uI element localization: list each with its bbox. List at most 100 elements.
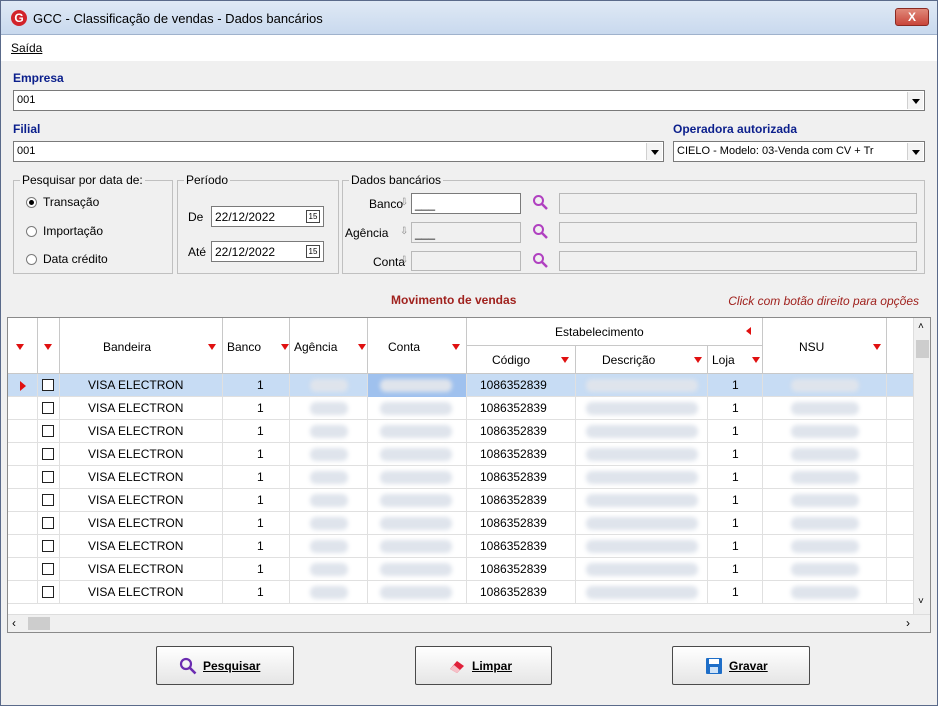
table-row[interactable]: VISA ELECTRON 1 1086352839 1 <box>8 512 914 535</box>
de-date-input[interactable]: 22/12/2022 15 <box>211 206 324 227</box>
filter-icon[interactable] <box>452 344 460 350</box>
row-indicator <box>8 581 38 604</box>
table-row[interactable]: VISA ELECTRON 1 1086352839 1 <box>8 558 914 581</box>
header-nsu[interactable]: NSU <box>763 318 887 374</box>
header-banco[interactable]: Banco <box>223 318 290 374</box>
grid-hint: Click com botão direito para opções <box>728 294 919 308</box>
table-row[interactable]: VISA ELECTRON 1 1086352839 1 <box>8 443 914 466</box>
extra-cell <box>887 558 914 581</box>
filter-icon[interactable] <box>44 344 52 350</box>
table-row[interactable]: VISA ELECTRON 1 1086352839 1 <box>8 420 914 443</box>
nsu-cell <box>763 397 887 420</box>
bandeira-cell: VISA ELECTRON <box>60 558 223 581</box>
table-row[interactable]: VISA ELECTRON 1 1086352839 1 <box>8 489 914 512</box>
chevron-down-icon[interactable] <box>646 143 662 160</box>
bandeira-value: VISA ELECTRON <box>88 562 184 576</box>
redacted-value <box>380 563 452 576</box>
filter-icon[interactable] <box>694 357 702 363</box>
sales-grid[interactable]: Bandeira Banco Agência Conta Estabelecim… <box>7 317 931 633</box>
calendar-icon[interactable]: 15 <box>306 210 320 223</box>
header-estabelecimento[interactable]: Estabelecimento <box>467 318 763 346</box>
table-row[interactable]: VISA ELECTRON 1 1086352839 1 <box>8 374 914 397</box>
table-row[interactable]: VISA ELECTRON 1 1086352839 1 <box>8 535 914 558</box>
filial-value: 001 <box>17 145 36 157</box>
header-loja[interactable]: Loja <box>708 346 763 374</box>
redacted-value <box>791 494 859 507</box>
chevron-down-icon[interactable] <box>907 143 923 160</box>
nsu-cell <box>763 420 887 443</box>
sort-down-icon[interactable] <box>16 344 24 350</box>
row-checkbox[interactable] <box>42 379 54 391</box>
row-checkbox[interactable] <box>42 448 54 460</box>
collapse-icon[interactable] <box>746 327 751 335</box>
pesquisar-title: Pesquisar por data de: <box>20 173 145 187</box>
row-checkbox[interactable] <box>42 425 54 437</box>
row-checkbox[interactable] <box>42 494 54 506</box>
redacted-value <box>586 563 698 576</box>
conta-cell <box>368 535 467 558</box>
banco-cell: 1 <box>223 512 290 535</box>
agencia-value: ___ <box>415 226 436 240</box>
window-title: GCC - Classificação de vendas - Dados ba… <box>33 11 323 26</box>
chevron-down-icon[interactable] <box>907 92 923 109</box>
row-checkbox[interactable] <box>42 402 54 414</box>
header-bandeira[interactable]: Bandeira <box>60 318 223 374</box>
descricao-cell <box>576 420 708 443</box>
scroll-down-icon[interactable]: ˅ <box>918 596 924 607</box>
scroll-up-icon[interactable]: ˄ <box>918 321 924 332</box>
row-checkbox[interactable] <box>42 471 54 483</box>
scroll-thumb[interactable] <box>916 340 929 358</box>
scroll-left-icon[interactable]: ‹ <box>12 616 16 630</box>
row-checkbox[interactable] <box>42 517 54 529</box>
close-button[interactable]: X <box>895 8 929 26</box>
banco-input[interactable]: ___ <box>411 193 521 214</box>
scroll-thumb[interactable] <box>28 617 50 630</box>
bandeira-value: VISA ELECTRON <box>88 516 184 530</box>
table-row[interactable]: VISA ELECTRON 1 1086352839 1 <box>8 581 914 604</box>
header-codigo[interactable]: Código <box>467 346 576 374</box>
redacted-value <box>310 425 348 438</box>
pesquisar-button[interactable]: Pesquisar <box>156 646 294 685</box>
filter-icon[interactable] <box>208 344 216 350</box>
filter-icon[interactable] <box>281 344 289 350</box>
search-icon[interactable] <box>532 194 548 210</box>
search-icon[interactable] <box>532 223 548 239</box>
filter-icon[interactable] <box>752 357 760 363</box>
bandeira-cell: VISA ELECTRON <box>60 397 223 420</box>
banco-header: Banco <box>227 340 262 354</box>
loja-cell: 1 <box>708 443 763 466</box>
header-agencia[interactable]: Agência <box>290 318 368 374</box>
limpar-button[interactable]: Limpar <box>415 646 552 685</box>
nsu-header: NSU <box>799 340 825 354</box>
codigo-cell: 1086352839 <box>467 512 576 535</box>
codigo-value: 1086352839 <box>480 424 547 438</box>
row-indicator <box>8 420 38 443</box>
operadora-combo[interactable]: CIELO - Modelo: 03-Venda com CV + Tr <box>673 141 925 162</box>
filter-icon[interactable] <box>358 344 366 350</box>
banco-cell: 1 <box>223 443 290 466</box>
gravar-button[interactable]: Gravar <box>672 646 810 685</box>
scroll-right-icon[interactable]: › <box>906 616 910 630</box>
header-conta[interactable]: Conta <box>368 318 467 374</box>
filial-combo[interactable]: 001 <box>13 141 664 162</box>
ate-date-input[interactable]: 22/12/2022 15 <box>211 241 324 262</box>
empresa-combo[interactable]: 001 <box>13 90 925 111</box>
banco-cell: 1 <box>223 489 290 512</box>
conta-input[interactable] <box>411 251 521 271</box>
vertical-scrollbar[interactable]: ˄ ˅ <box>913 318 930 614</box>
table-row[interactable]: VISA ELECTRON 1 1086352839 1 <box>8 397 914 420</box>
horizontal-scrollbar[interactable]: ‹ › <box>8 614 930 632</box>
search-icon[interactable] <box>532 252 548 268</box>
row-checkbox[interactable] <box>42 563 54 575</box>
agencia-input[interactable]: ___ <box>411 222 521 243</box>
row-indicator <box>8 558 38 581</box>
row-checkbox[interactable] <box>42 540 54 552</box>
table-row[interactable]: VISA ELECTRON 1 1086352839 1 <box>8 466 914 489</box>
filter-icon[interactable] <box>873 344 881 350</box>
menu-saida[interactable]: Saída <box>11 41 42 55</box>
filter-icon[interactable] <box>561 357 569 363</box>
header-descricao[interactable]: Descrição <box>576 346 708 374</box>
dados-bancarios-group: Dados bancários Banco ⇩ ___ Agência ⇩ __… <box>342 173 925 274</box>
calendar-icon[interactable]: 15 <box>306 245 320 258</box>
row-checkbox[interactable] <box>42 586 54 598</box>
